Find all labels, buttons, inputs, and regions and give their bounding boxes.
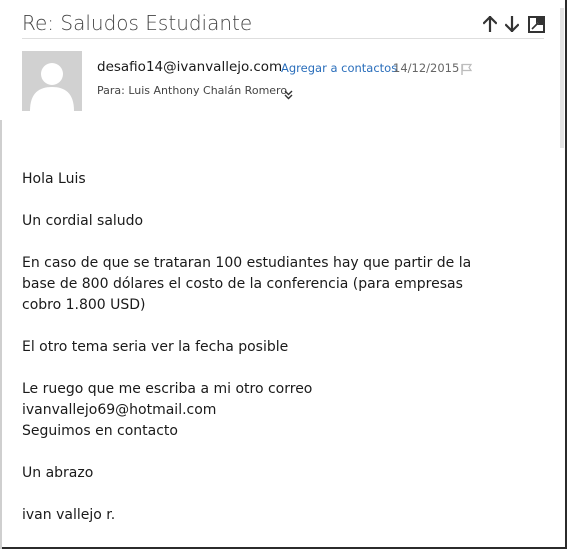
arrow-up-icon[interactable] — [480, 14, 500, 34]
add-to-contacts-link[interactable]: Agregar a contactos — [281, 61, 397, 75]
email-date: 14/12/2015 — [393, 61, 460, 75]
body-paragraph: Seguimos en contacto — [22, 423, 178, 439]
body-paragraph: Le ruego que me escriba a mi otro correo… — [22, 381, 313, 418]
body-paragraph: El otro tema seria ver la fecha posible — [22, 339, 289, 355]
body-paragraph: Un cordial saludo — [22, 213, 144, 229]
arrow-down-icon[interactable] — [502, 14, 522, 34]
flag-icon[interactable] — [460, 61, 473, 80]
person-icon — [22, 51, 82, 111]
email-subject: Re: Saludos Estudiante — [22, 11, 253, 35]
body-paragraph: ivan vallejo r. — [22, 507, 116, 523]
sender-address[interactable]: desafio14@ivanvallejo.com — [97, 59, 282, 75]
scrollbar[interactable] — [560, 8, 564, 148]
body-paragraph: Hola Luis — [22, 171, 86, 187]
body-paragraph: En caso de que se trataran 100 estudiant… — [22, 255, 472, 313]
pane-left-border — [0, 120, 2, 549]
chevron-double-down-icon[interactable] — [284, 85, 293, 104]
email-reading-pane: Re: Saludos Estudiante desafio14@ivanval… — [0, 0, 567, 549]
recipient-line: Para: Luis Anthony Chalán Romero — [97, 84, 288, 97]
message-nav — [480, 14, 546, 34]
popout-icon[interactable] — [526, 14, 546, 34]
body-paragraph: Un abrazo — [22, 465, 94, 481]
header-divider — [22, 38, 544, 39]
